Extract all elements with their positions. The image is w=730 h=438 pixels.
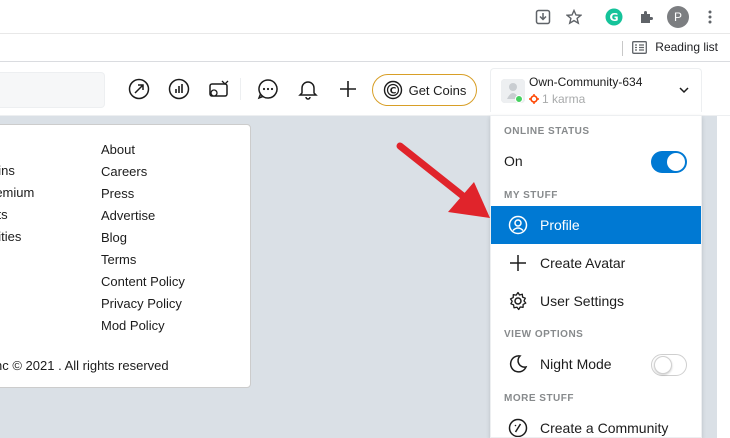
menu-item-create-community[interactable]: Create a Community	[491, 409, 701, 437]
footer-link-advertise[interactable]: Advertise	[101, 205, 185, 227]
extensions-icon[interactable]	[634, 5, 658, 29]
coin-icon: C	[383, 80, 402, 100]
community-icon	[507, 417, 529, 437]
menu-item-label: Create a Community	[540, 420, 669, 436]
footer-link-privacy-policy[interactable]: Privacy Policy	[101, 293, 185, 315]
toggle-knob	[667, 153, 685, 171]
svg-text:C: C	[389, 87, 396, 97]
header-divider	[240, 78, 241, 100]
install-icon[interactable]	[531, 5, 555, 29]
profile-icon	[507, 214, 529, 236]
footer-link[interactable]: oins	[0, 160, 34, 182]
karma-count: 1 karma	[529, 92, 585, 106]
menu-item-label: Night Mode	[540, 356, 612, 372]
view-options-heading: VIEW OPTIONS	[504, 329, 584, 340]
menu-item-night-mode[interactable]: Night Mode	[491, 345, 701, 383]
get-coins-label: Get Coins	[408, 82, 467, 98]
chevron-down-icon	[677, 83, 691, 102]
more-stuff-heading: MORE STUFF	[504, 393, 574, 404]
menu-item-label: Create Avatar	[540, 255, 626, 271]
reading-list-icon	[632, 40, 648, 54]
karma-text: 1 karma	[542, 92, 586, 106]
coins-video-icon[interactable]	[207, 77, 231, 101]
online-status-heading: ONLINE STATUS	[504, 126, 590, 137]
plus-icon[interactable]	[336, 77, 360, 101]
profile-initial: P	[667, 6, 689, 28]
search-input[interactable]	[0, 72, 105, 108]
popular-icon[interactable]	[127, 77, 151, 101]
notification-icon[interactable]	[296, 77, 320, 101]
footer-link-terms[interactable]: Terms	[101, 249, 185, 271]
annotation-arrow-icon	[396, 142, 490, 218]
svg-text:G: G	[609, 11, 618, 24]
online-status-row[interactable]: On	[491, 142, 701, 180]
scrollbar-track	[717, 116, 730, 438]
reading-list-label: Reading list	[655, 40, 718, 54]
footer-link-content-policy[interactable]: Content Policy	[101, 271, 185, 293]
gear-icon	[507, 290, 529, 312]
user-menu-button[interactable]: Own-Community-634 1 karma	[490, 68, 702, 112]
menu-item-label: Profile	[540, 217, 580, 233]
username: Own-Community-634	[529, 75, 643, 89]
moon-icon	[507, 353, 529, 375]
reading-list-button[interactable]: Reading list	[632, 40, 718, 54]
profile-avatar[interactable]: P	[666, 5, 690, 29]
grammarly-icon[interactable]: G	[602, 5, 626, 29]
footer-link-press[interactable]: Press	[101, 183, 185, 205]
footer-link-blog[interactable]: Blog	[101, 227, 185, 249]
footer-link[interactable]: remium	[0, 182, 34, 204]
karma-icon	[529, 94, 539, 104]
night-mode-toggle[interactable]	[651, 354, 687, 376]
star-icon[interactable]	[562, 5, 586, 29]
toggle-knob	[654, 356, 672, 374]
footer-links-card: oins remium ifts nities About Careers Pr…	[0, 124, 251, 388]
footer-link-careers[interactable]: Careers	[101, 161, 185, 183]
plus-icon	[507, 252, 529, 274]
browser-toolbar: G P	[0, 0, 730, 34]
chat-icon[interactable]	[256, 77, 280, 101]
get-coins-button[interactable]: C Get Coins	[372, 74, 477, 106]
menu-item-label: User Settings	[540, 293, 625, 309]
stats-icon[interactable]	[167, 77, 191, 101]
footer-column-2: About Careers Press Advertise Blog Terms…	[101, 139, 185, 337]
bookmarks-bar: Reading list	[0, 34, 730, 62]
menu-item-create-avatar[interactable]: Create Avatar	[491, 244, 701, 282]
footer-link[interactable]: nities	[0, 226, 34, 248]
footer-link-about[interactable]: About	[101, 139, 185, 161]
bookmark-separator	[622, 41, 623, 56]
user-dropdown-menu: ONLINE STATUS On MY STUFF Profile Create…	[490, 115, 702, 438]
online-status-toggle[interactable]	[651, 151, 687, 173]
footer-column-1: oins remium ifts nities	[0, 160, 34, 248]
menu-item-user-settings[interactable]: User Settings	[491, 282, 701, 320]
my-stuff-heading: MY STUFF	[504, 190, 558, 201]
footer-link-mod-policy[interactable]: Mod Policy	[101, 315, 185, 337]
footer-link[interactable]: ifts	[0, 204, 34, 226]
menu-icon[interactable]	[698, 5, 722, 29]
site-header: C Get Coins Own-Community-634 1 karma	[0, 62, 730, 116]
copyright-text: nc © 2021 . All rights reserved	[0, 358, 169, 373]
online-status-value: On	[504, 153, 523, 169]
online-indicator	[515, 95, 523, 103]
menu-item-profile[interactable]: Profile	[491, 206, 701, 244]
